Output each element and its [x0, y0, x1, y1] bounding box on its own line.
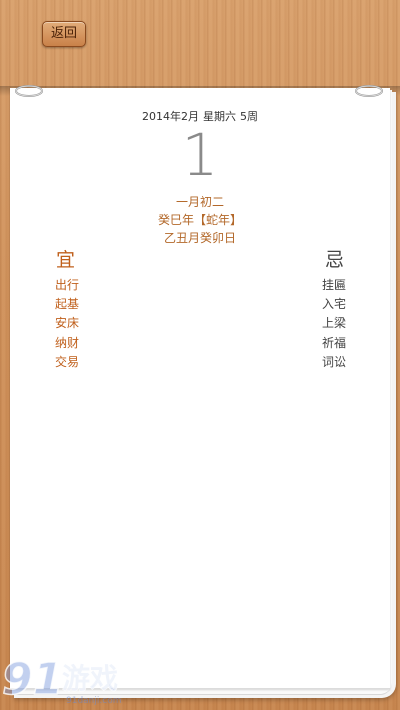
- yi-list: 出行 起基 安床 纳财 交易: [55, 276, 79, 372]
- day-number: 1: [181, 121, 219, 189]
- back-button[interactable]: 返回: [42, 21, 86, 47]
- ji-title: 忌: [325, 249, 345, 271]
- yi-item: 出行: [55, 278, 80, 292]
- yi-item: 纳财: [55, 335, 80, 350]
- watermark-site-text: 91danji.com: [66, 696, 121, 706]
- ji-item: 词讼: [322, 354, 347, 369]
- watermark-91-text: 91: [2, 654, 63, 705]
- ji-list: 挂匾 入宅 上梁 祈福 词讼: [322, 276, 346, 372]
- ji-item: 祈福: [322, 335, 347, 350]
- lunar-year: 癸巳年【蛇年】: [157, 213, 242, 227]
- lunar-date: 一月初二: [175, 195, 224, 209]
- ji-item: 上梁: [322, 316, 347, 331]
- yi-item: 起基: [55, 297, 80, 312]
- watermark-logo: 91 游戏 91danji.com: [1, 653, 121, 706]
- watermark-game-text: 游戏: [62, 662, 118, 695]
- binder-ring-right-icon: [355, 85, 383, 97]
- ji-item: 挂匾: [322, 278, 347, 292]
- yi-title: 宜: [56, 249, 76, 271]
- ganzhi-date: 乙丑月癸卯日: [163, 231, 236, 245]
- week-number-label: 5周: [240, 110, 258, 123]
- ji-item: 入宅: [322, 297, 347, 312]
- binder-ring-left-icon: [15, 85, 43, 97]
- yi-item: 交易: [55, 354, 80, 369]
- yi-item: 安床: [55, 316, 80, 331]
